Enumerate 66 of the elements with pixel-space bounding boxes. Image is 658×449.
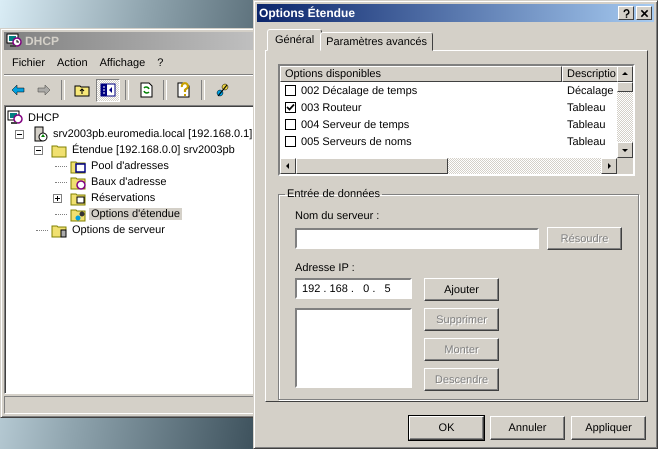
- tree-item[interactable]: Baux d'adresse: [89, 176, 168, 188]
- expander-box[interactable]: [53, 194, 62, 202]
- horizontal-scrollbar[interactable]: [280, 158, 617, 174]
- scroll-thumb[interactable]: [617, 82, 633, 92]
- menu-item[interactable]: Action: [51, 55, 94, 71]
- refresh-icon: [138, 82, 154, 98]
- menu-item[interactable]: ?: [151, 55, 170, 71]
- close-button[interactable]: [636, 6, 652, 20]
- down-arrow-icon: [621, 146, 629, 154]
- tree-item[interactable]: Options de serveur: [70, 224, 167, 236]
- expander-box[interactable]: [15, 130, 24, 138]
- tree-item[interactable]: Réservations: [89, 192, 158, 204]
- window-title: DHCP: [25, 34, 60, 48]
- back-arrow-icon: [10, 82, 26, 98]
- tree-item[interactable]: Options d'étendue: [89, 208, 182, 220]
- checkbox[interactable]: [285, 119, 296, 130]
- vertical-scrollbar[interactable]: [617, 66, 633, 174]
- server-icon: [32, 126, 48, 142]
- address-list[interactable]: [295, 308, 412, 388]
- tab[interactable]: Paramètres avancés: [320, 32, 434, 51]
- action-button[interactable]: Ajouter: [424, 278, 499, 301]
- dialog-button[interactable]: Annuler: [490, 416, 565, 440]
- option-description: Tableau: [566, 118, 607, 130]
- dialog-button[interactable]: Appliquer: [571, 416, 646, 440]
- option-description: Décalage: [566, 84, 614, 96]
- tab[interactable]: Général: [267, 29, 322, 51]
- option-description: Tableau: [566, 136, 607, 148]
- forward-arrow-icon: [36, 82, 52, 98]
- option-name: 004 Serveur de temps: [301, 118, 410, 130]
- ip-address-field[interactable]: 192 . 168 . 0 . 5: [295, 278, 412, 299]
- pane-toggle-button[interactable]: [96, 78, 120, 102]
- dialog-button[interactable]: OK: [409, 416, 484, 440]
- group-title: Entrée de données: [286, 188, 381, 200]
- tree-item[interactable]: Pool d'adresses: [89, 160, 171, 172]
- expander-box[interactable]: [34, 146, 43, 154]
- question-mark-icon: [622, 8, 630, 18]
- menu-item[interactable]: Fichier: [6, 55, 52, 71]
- scrollbar-corner: [617, 158, 633, 174]
- right-arrow-icon: [605, 162, 613, 170]
- checkbox[interactable]: [285, 102, 296, 113]
- options-icon: [214, 82, 230, 98]
- checkbox[interactable]: [285, 136, 296, 147]
- column-header[interactable]: Options disponibles: [280, 66, 562, 82]
- dialog-title: Options Étendue: [259, 6, 355, 20]
- option-name: 003 Routeur: [301, 102, 362, 114]
- tree-item[interactable]: DHCP: [26, 112, 62, 124]
- tree-item[interactable]: Étendue [192.168.0.0] srv2003pb: [70, 144, 237, 156]
- close-icon: [640, 8, 648, 18]
- up-arrow-icon: [621, 70, 629, 78]
- field-label: Adresse IP :: [295, 262, 356, 274]
- pane-icon: [100, 82, 116, 98]
- clock-computer-icon: [7, 110, 23, 126]
- scroll-thumb[interactable]: [296, 158, 448, 174]
- help-button[interactable]: [618, 6, 634, 20]
- left-arrow-icon: [284, 162, 292, 170]
- option-description: Tableau: [566, 102, 607, 114]
- clock-computer-icon: [6, 33, 22, 49]
- column-header[interactable]: Descriptio: [562, 66, 617, 82]
- option-name: 005 Serveurs de noms: [301, 136, 412, 148]
- checkbox[interactable]: [285, 85, 296, 96]
- help-icon: [176, 82, 192, 98]
- option-name: 002 Décalage de temps: [301, 84, 418, 96]
- menu-item[interactable]: Affichage: [94, 55, 152, 71]
- server-name-field[interactable]: [295, 228, 539, 249]
- field-label: Nom du serveur :: [295, 210, 380, 222]
- tree-item[interactable]: srv2003pb.euromedia.local [192.168.0.1]: [51, 128, 254, 140]
